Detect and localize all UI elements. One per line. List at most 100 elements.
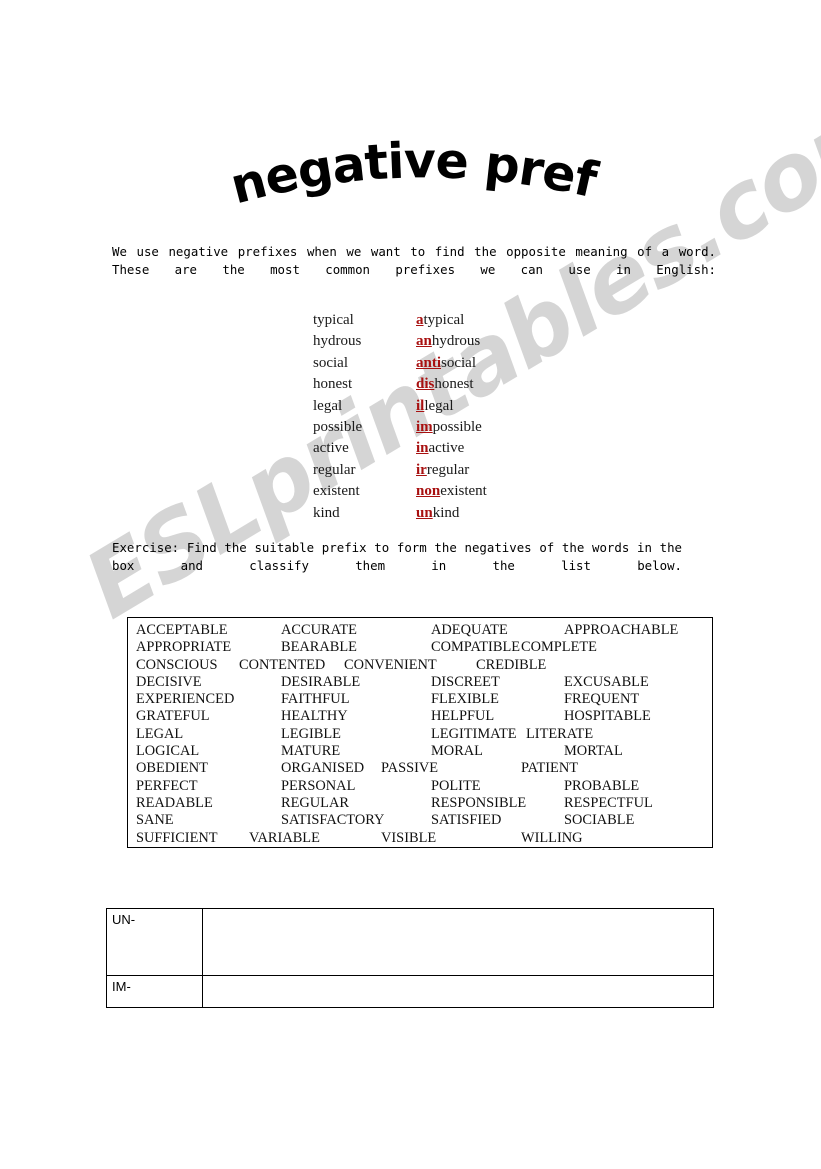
word-bank-row: PERFECT PERSONAL POLITE PROBABLE [136, 778, 710, 795]
prefix-base-word: active [313, 440, 349, 457]
word-bank-item: MORTAL [564, 743, 623, 760]
answer-entry-cell[interactable] [202, 975, 714, 1008]
prefix-base-word: kind [313, 504, 340, 521]
prefix-base-word: regular [313, 461, 356, 478]
prefix-affix: a [416, 312, 424, 328]
word-bank-item: HEALTHY [281, 708, 348, 725]
worksheet-page: ESLprintables.com negative prefixes We u… [0, 0, 821, 1169]
word-bank-item: EXCUSABLE [564, 673, 649, 690]
prefix-base-word: honest [313, 376, 353, 393]
prefix-stem: hydrous [431, 333, 481, 350]
prefix-negative-word: inactive [416, 439, 464, 458]
prefix-negative-word: atypical [416, 311, 464, 330]
word-bank-item: BEARABLE [281, 639, 357, 656]
word-bank-row: CONSCIOUS CONTENTED CONVENIENT CREDIBLE [136, 657, 710, 674]
prefix-affix: non [416, 483, 441, 500]
prefix-example-row: possible impossible [313, 418, 613, 439]
prefix-stem: possible [432, 418, 482, 435]
word-bank-item: CONSCIOUS [136, 656, 218, 673]
intro-paragraph: We use negative prefixes when we want to… [112, 244, 716, 278]
prefix-base-word: existent [313, 483, 360, 500]
word-bank-item: MATURE [281, 743, 341, 760]
word-bank-item: CREDIBLE [476, 656, 547, 673]
word-bank-row: DECISIVE DESIRABLE DISCREET EXCUSABLE [136, 674, 710, 691]
word-bank-item: VISIBLE [381, 829, 437, 846]
prefix-base-word: legal [313, 397, 343, 414]
word-bank-item: LEGITIMATE [431, 725, 517, 742]
word-bank-item: DESIRABLE [281, 673, 361, 690]
prefix-example-row: hydrous anhydrous [313, 332, 613, 353]
word-bank-item: FAITHFUL [281, 691, 350, 708]
prefix-example-row: regular irregular [313, 461, 613, 482]
word-bank-item: SUFFICIENT [136, 829, 218, 846]
prefix-negative-word: nonexistent [416, 482, 487, 501]
word-bank-item: COMPATIBLE [431, 639, 521, 656]
prefix-example-row: kind unkind [313, 504, 613, 525]
prefix-example-row: social antisocial [313, 354, 613, 375]
word-bank-row: READABLE REGULAR RESPONSIBLE RESPECTFUL [136, 795, 710, 812]
prefix-stem: regular [426, 461, 470, 478]
word-bank-item: PERFECT [136, 777, 198, 794]
word-bank-item: FREQUENT [564, 691, 640, 708]
prefix-examples-list: typical atypical hydrous anhydrous social ant… [313, 311, 613, 525]
word-bank-item: LOGICAL [136, 743, 200, 760]
word-bank-row: APPROPRIATE BEARABLE COMPATIBLE COMPLETE [136, 639, 710, 656]
prefix-example-row: active inactive [313, 439, 613, 460]
prefix-negative-word: impossible [416, 418, 482, 437]
prefix-example-row: typical atypical [313, 311, 613, 332]
word-bank-item: APPROPRIATE [136, 639, 232, 656]
word-bank-item: WILLING [521, 829, 583, 846]
prefix-affix: anti [416, 354, 442, 371]
word-bank-row: EXPERIENCED FAITHFUL FLEXIBLE FREQUENT [136, 691, 710, 708]
word-bank-box: ACCEPTABLE ACCURATE ADEQUATE APPROACHABLE AP… [127, 617, 713, 848]
prefix-negative-word: antisocial [416, 354, 476, 373]
word-bank-item: VARIABLE [249, 829, 320, 846]
page-title: negative prefixes [0, 138, 821, 224]
prefix-example-row: existent nonexistent [313, 482, 613, 503]
word-bank-row: SANE SATISFACTORY SATISFIED SOCIABLE [136, 812, 710, 829]
prefix-affix: dis [416, 376, 435, 393]
word-bank-item: GRATEFUL [136, 708, 210, 725]
prefix-label-cell: IM- [106, 975, 203, 1008]
word-bank-item: RESPONSIBLE [431, 794, 527, 811]
word-bank-item: PERSONAL [281, 777, 356, 794]
word-bank-item: SANE [136, 812, 174, 829]
answer-entry-cell[interactable] [202, 908, 714, 976]
word-bank-item: DISCREET [431, 673, 500, 690]
word-bank-row: LEGAL LEGIBLE LEGITIMATE LITERATE [136, 726, 710, 743]
prefix-stem: honest [434, 376, 474, 393]
word-bank-item: LITERATE [526, 725, 594, 742]
prefix-stem: social [441, 354, 477, 371]
word-bank-item: SOCIABLE [564, 812, 635, 829]
prefix-label-cell: UN- [106, 908, 203, 976]
word-bank-row: LOGICAL MATURE MORAL MORTAL [136, 743, 710, 760]
word-bank-item: PROBABLE [564, 777, 640, 794]
word-bank-item: HOSPITABLE [564, 708, 651, 725]
word-bank-item: COMPLETE [521, 639, 597, 656]
prefix-base-word: possible [313, 418, 363, 435]
word-bank-item: RESPECTFUL [564, 794, 653, 811]
word-bank-row: SUFFICIENT VARIABLE VISIBLE WILLING [136, 830, 710, 847]
word-bank-item: READABLE [136, 794, 213, 811]
prefix-base-word: social [313, 354, 348, 371]
classification-table: UN- IM- [106, 908, 714, 1008]
word-bank-item: MORAL [431, 743, 483, 760]
word-bank-item: POLITE [431, 777, 481, 794]
word-bank-item: PASSIVE [381, 760, 439, 777]
prefix-stem: active [428, 440, 465, 457]
exercise-instruction: Exercise: Find the suitable prefix to fo… [112, 540, 682, 574]
prefix-example-row: legal illegal [313, 397, 613, 418]
word-bank-item: APPROACHABLE [564, 622, 679, 638]
prefix-stem: legal [424, 397, 454, 414]
word-bank-item: PATIENT [521, 760, 579, 777]
prefix-negative-word: anhydrous [416, 332, 480, 351]
word-bank-item: CONVENIENT [344, 656, 437, 673]
table-row: IM- [106, 975, 714, 1008]
prefix-base-word: typical [313, 312, 354, 328]
word-bank-item: ACCEPTABLE [136, 622, 228, 638]
word-bank-item: OBEDIENT [136, 760, 208, 777]
word-bank-item: EXPERIENCED [136, 691, 235, 708]
table-row: UN- [106, 908, 714, 976]
prefix-affix: ir [416, 461, 427, 478]
prefix-negative-word: illegal [416, 397, 454, 416]
